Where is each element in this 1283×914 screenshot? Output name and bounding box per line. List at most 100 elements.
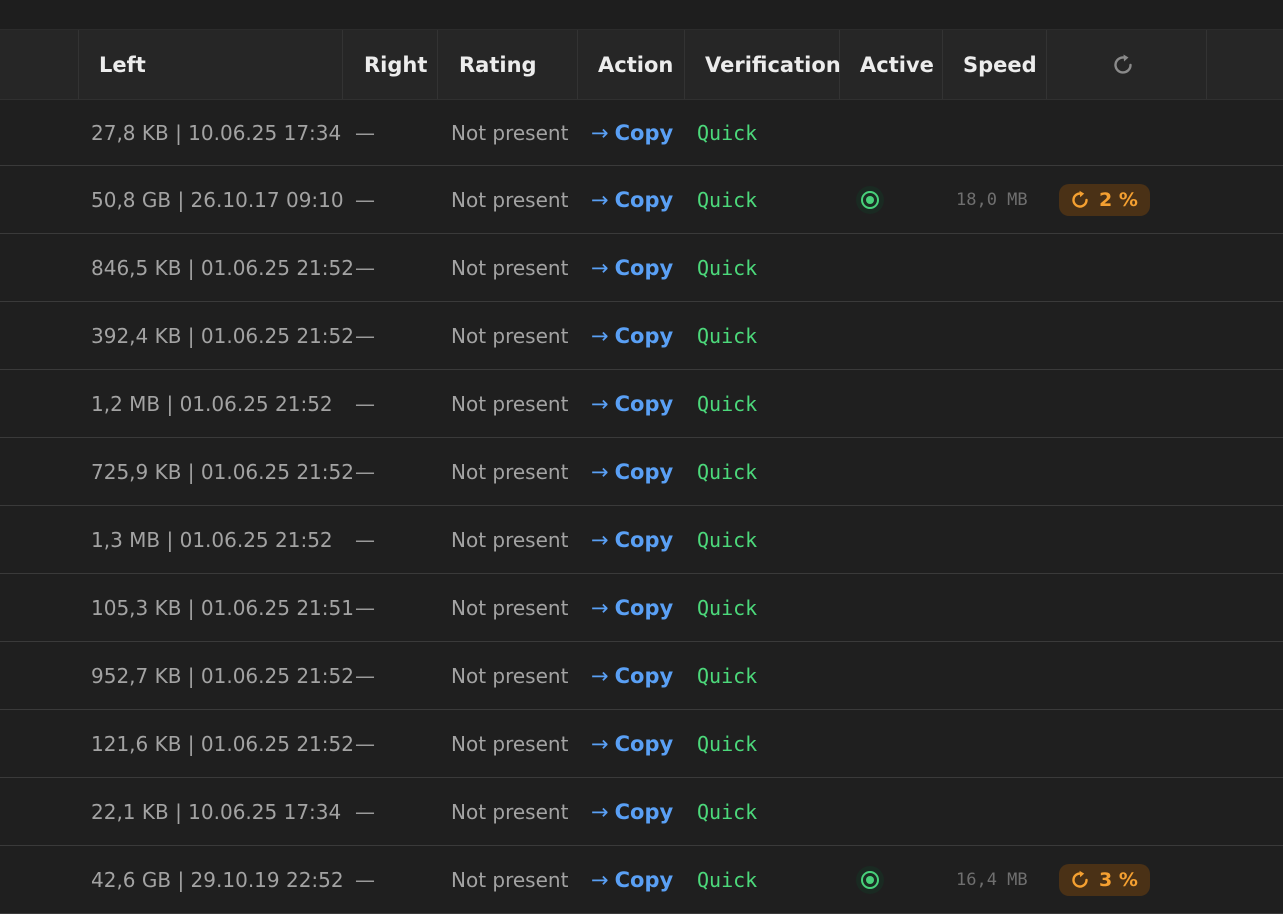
- progress-circle-icon: [1072, 870, 1088, 888]
- column-divider[interactable]: [942, 30, 943, 99]
- action-label: Copy: [614, 323, 674, 348]
- progress-badge[interactable]: 2 %: [1059, 183, 1150, 216]
- arrow-right-icon: →: [591, 867, 609, 892]
- header-left[interactable]: Left: [99, 30, 146, 99]
- table-row[interactable]: 105,3 KB | 01.06.25 21:51— Not present → Co…: [0, 574, 1283, 642]
- transfer-speed: 18,0 MB: [956, 189, 1028, 210]
- action-label: Copy: [614, 867, 674, 892]
- header-active[interactable]: Active: [860, 30, 934, 99]
- copy-action-button[interactable]: → Copy: [591, 234, 673, 301]
- active-indicator[interactable]: [856, 846, 884, 913]
- column-divider[interactable]: [342, 30, 343, 99]
- right-file-info: —: [355, 391, 375, 416]
- right-file-info: —: [355, 323, 375, 348]
- action-label: Copy: [614, 527, 674, 552]
- action-label: Copy: [614, 120, 674, 145]
- verification-mode[interactable]: Quick: [697, 302, 757, 369]
- verification-mode[interactable]: Quick: [697, 506, 757, 573]
- right-file-info: —: [355, 799, 375, 824]
- table-row[interactable]: 42,6 GB | 29.10.19 22:52 — Not present → Cop…: [0, 846, 1283, 914]
- table-row[interactable]: 392,4 KB | 01.06.25 21:52— Not present → Co…: [0, 302, 1283, 370]
- header-right[interactable]: Right: [364, 30, 427, 99]
- table-row[interactable]: 27,8 KB | 10.06.25 17:34 — Not present → Cop…: [0, 100, 1283, 166]
- progress-badge-wrap: 2 %: [1059, 166, 1150, 233]
- verification-mode[interactable]: Quick: [697, 778, 757, 845]
- table-row[interactable]: 846,5 KB | 01.06.25 21:52— Not present → Co…: [0, 234, 1283, 302]
- left-file-info: 952,7 KB | 01.06.25 21:52: [91, 663, 354, 688]
- left-file-info: 22,1 KB | 10.06.25 17:34: [91, 799, 342, 824]
- radio-dot-icon: [856, 865, 884, 894]
- table-row[interactable]: 22,1 KB | 10.06.25 17:34 — Not present → Cop…: [0, 778, 1283, 846]
- verification-mode[interactable]: Quick: [697, 370, 757, 437]
- header-rating[interactable]: Rating: [459, 30, 537, 99]
- rating-status: Not present: [451, 731, 569, 756]
- rating-status: Not present: [451, 527, 569, 552]
- copy-action-button[interactable]: → Copy: [591, 302, 673, 369]
- rating-status: Not present: [451, 187, 569, 212]
- copy-action-button[interactable]: → Copy: [591, 100, 673, 165]
- arrow-right-icon: →: [591, 323, 609, 348]
- copy-action-button[interactable]: → Copy: [591, 778, 673, 845]
- copy-action-button[interactable]: → Copy: [591, 574, 673, 641]
- column-divider[interactable]: [437, 30, 438, 99]
- table-body: 27,8 KB | 10.06.25 17:34— Not present → Cop…: [0, 100, 1283, 914]
- table-row[interactable]: 121,6 KB | 01.06.25 21:52— Not present → Co…: [0, 710, 1283, 778]
- column-divider[interactable]: [577, 30, 578, 99]
- left-file-info: 1,3 MB | 01.06.25 21:52: [91, 527, 333, 552]
- verification-mode[interactable]: Quick: [697, 574, 757, 641]
- right-file-info: —: [355, 459, 375, 484]
- right-file-info: —: [355, 527, 375, 552]
- refresh-icon[interactable]: [1110, 30, 1136, 99]
- rating-status: Not present: [451, 595, 569, 620]
- verification-mode[interactable]: Quick: [697, 166, 757, 233]
- header-verification[interactable]: Verification: [705, 30, 841, 99]
- right-file-info: —: [355, 187, 375, 212]
- action-label: Copy: [614, 459, 674, 484]
- rating-status: Not present: [451, 120, 569, 145]
- top-bar: [0, 0, 1283, 30]
- right-file-info: —: [355, 595, 375, 620]
- right-file-info: —: [355, 867, 375, 892]
- table-row[interactable]: 1,2 MB | 01.06.25 21:52 — Not present → Copy…: [0, 370, 1283, 438]
- copy-action-button[interactable]: → Copy: [591, 506, 673, 573]
- table-row[interactable]: 50,8 GB | 26.10.17 09:10 — Not present → Cop…: [0, 166, 1283, 234]
- column-divider[interactable]: [1206, 30, 1207, 99]
- copy-action-button[interactable]: → Copy: [591, 370, 673, 437]
- radio-dot-icon: [856, 185, 884, 214]
- verification-mode[interactable]: Quick: [697, 846, 757, 913]
- column-divider[interactable]: [684, 30, 685, 99]
- progress-badge[interactable]: 3 %: [1059, 863, 1150, 896]
- copy-action-button[interactable]: → Copy: [591, 846, 673, 913]
- arrow-right-icon: →: [591, 799, 609, 824]
- column-divider[interactable]: [1046, 30, 1047, 99]
- column-divider[interactable]: [78, 30, 79, 99]
- verification-mode[interactable]: Quick: [697, 710, 757, 777]
- left-file-info: 846,5 KB | 01.06.25 21:52: [91, 255, 354, 280]
- copy-action-button[interactable]: → Copy: [591, 642, 673, 709]
- verification-mode[interactable]: Quick: [697, 438, 757, 505]
- arrow-right-icon: →: [591, 527, 609, 552]
- table-header: Left Right Rating Action Verification Ac…: [0, 30, 1283, 100]
- active-indicator[interactable]: [856, 166, 884, 233]
- verification-mode[interactable]: Quick: [697, 642, 757, 709]
- left-file-info: 725,9 KB | 01.06.25 21:52: [91, 459, 354, 484]
- header-speed[interactable]: Speed: [963, 30, 1037, 99]
- verification-mode[interactable]: Quick: [697, 234, 757, 301]
- header-action[interactable]: Action: [598, 30, 673, 99]
- copy-action-button[interactable]: → Copy: [591, 438, 673, 505]
- left-file-info: 1,2 MB | 01.06.25 21:52: [91, 391, 333, 416]
- arrow-right-icon: →: [591, 255, 609, 280]
- copy-action-button[interactable]: → Copy: [591, 710, 673, 777]
- progress-label: 2 %: [1099, 188, 1138, 211]
- table-row[interactable]: 952,7 KB | 01.06.25 21:52— Not present → Co…: [0, 642, 1283, 710]
- action-label: Copy: [614, 731, 674, 756]
- table-row[interactable]: 725,9 KB | 01.06.25 21:52— Not present → Co…: [0, 438, 1283, 506]
- copy-action-button[interactable]: → Copy: [591, 166, 673, 233]
- table-row[interactable]: 1,3 MB | 01.06.25 21:52 — Not present → Copy…: [0, 506, 1283, 574]
- right-file-info: —: [355, 663, 375, 688]
- left-file-info: 392,4 KB | 01.06.25 21:52: [91, 323, 354, 348]
- verification-mode[interactable]: Quick: [697, 100, 757, 165]
- arrow-right-icon: →: [591, 731, 609, 756]
- rating-status: Not present: [451, 323, 569, 348]
- arrow-right-icon: →: [591, 459, 609, 484]
